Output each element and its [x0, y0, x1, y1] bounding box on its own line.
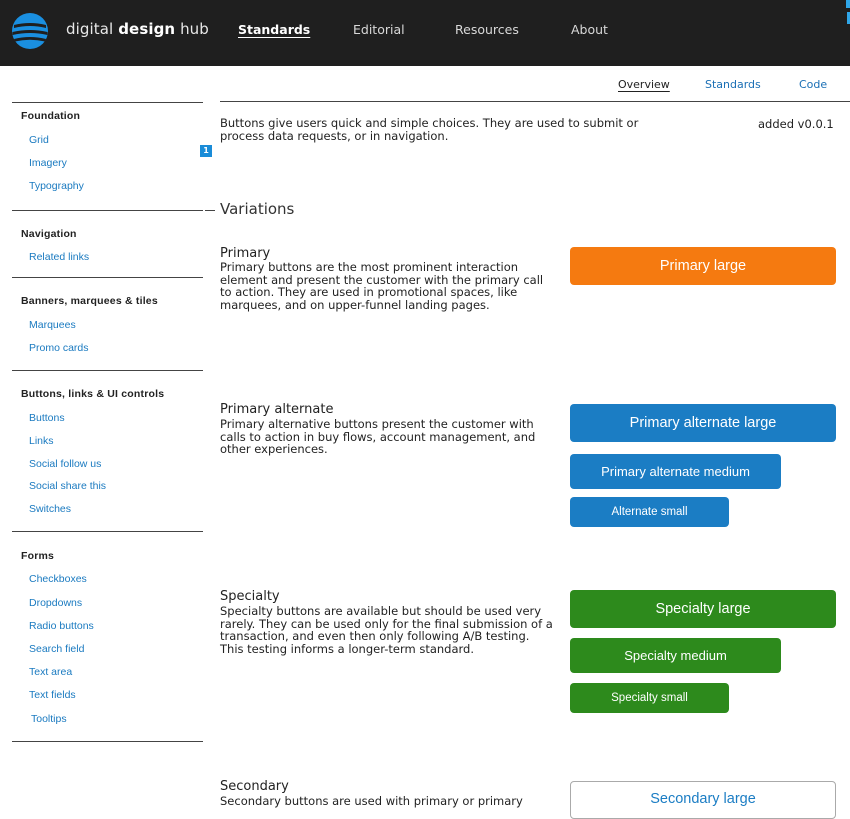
sidebar-divider — [12, 102, 203, 103]
sidebar-item-tooltips[interactable]: Tooltips — [31, 713, 67, 725]
section-desc-primary: Primary buttons are the most prominent i… — [220, 260, 544, 312]
section-desc-primary-alternate: Primary alternative buttons present the … — [220, 417, 536, 456]
sidebar-item-social-follow-us[interactable]: Social follow us — [29, 458, 101, 470]
version-label: added v0.0.1 — [758, 117, 834, 131]
nav-standards[interactable]: Standards — [238, 22, 310, 37]
alternate-small-button[interactable]: Alternate small — [570, 497, 729, 527]
secondary-large-button[interactable]: Secondary large — [570, 781, 836, 819]
sidebar-item-search-field[interactable]: Search field — [29, 643, 84, 655]
sidebar-heading-navigation: Navigation — [21, 228, 77, 240]
nav-editorial[interactable]: Editorial — [353, 22, 405, 37]
sidebar-item-dropdowns[interactable]: Dropdowns — [29, 597, 82, 609]
primary-alternate-large-button[interactable]: Primary alternate large — [570, 404, 836, 442]
subnav-divider — [220, 101, 850, 102]
sidebar-item-social-share-this[interactable]: Social share this — [29, 480, 106, 492]
specialty-large-button[interactable]: Specialty large — [570, 590, 836, 628]
primary-alternate-medium-button[interactable]: Primary alternate medium — [570, 454, 781, 489]
primary-large-button[interactable]: Primary large — [570, 247, 836, 285]
notification-badge[interactable]: 1 — [200, 145, 212, 157]
sidebar-divider — [12, 741, 203, 742]
corner-marker — [846, 0, 850, 8]
section-title-secondary: Secondary — [220, 779, 289, 794]
sidebar-item-checkboxes[interactable]: Checkboxes — [29, 573, 87, 585]
sidebar-item-promo-cards[interactable]: Promo cards — [29, 342, 89, 354]
sidebar-item-links[interactable]: Links — [29, 435, 54, 447]
sidebar-item-imagery[interactable]: Imagery — [29, 157, 67, 169]
section-title-specialty: Specialty — [220, 589, 280, 604]
section-title-primary: Primary — [220, 246, 271, 261]
sidebar-divider — [12, 531, 203, 532]
section-desc-specialty: Specialty buttons are available but shou… — [220, 604, 553, 656]
sidebar-divider — [12, 370, 203, 371]
sidebar-item-related-links[interactable]: Related links — [29, 251, 89, 263]
nav-resources[interactable]: Resources — [455, 22, 519, 37]
section-title-primary-alternate: Primary alternate — [220, 402, 334, 417]
subnav-code[interactable]: Code — [799, 78, 827, 91]
sidebar-item-switches[interactable]: Switches — [29, 503, 71, 515]
sidebar-item-text-fields[interactable]: Text fields — [29, 689, 76, 701]
sidebar-item-radio-buttons[interactable]: Radio buttons — [29, 620, 94, 632]
sidebar-heading-foundation: Foundation — [21, 110, 81, 122]
sidebar-divider — [12, 210, 203, 211]
sidebar-heading-buttons-links: Buttons, links & UI controls — [21, 388, 165, 400]
subnav-standards[interactable]: Standards — [705, 78, 761, 91]
sidebar-heading-banners: Banners, marquees & tiles — [21, 295, 158, 307]
sidebar-item-grid[interactable]: Grid — [29, 134, 49, 146]
specialty-medium-button[interactable]: Specialty medium — [570, 638, 781, 673]
variations-heading: Variations — [220, 200, 295, 218]
section-desc-secondary: Secondary buttons are used with primary … — [220, 794, 523, 808]
sidebar-divider — [12, 277, 203, 278]
sidebar-item-typography[interactable]: Typography — [29, 180, 84, 192]
sidebar-item-marquees[interactable]: Marquees — [29, 319, 76, 331]
sidebar-item-text-area[interactable]: Text area — [29, 666, 72, 678]
sidebar-item-buttons[interactable]: Buttons — [29, 412, 65, 424]
sidebar: Foundation Grid Imagery Typography Navig… — [0, 0, 205, 803]
intro-text: Buttons give users quick and simple choi… — [220, 116, 639, 143]
nav-about[interactable]: About — [571, 22, 608, 37]
specialty-small-button[interactable]: Specialty small — [570, 683, 729, 713]
subnav-overview[interactable]: Overview — [618, 78, 670, 91]
sidebar-heading-forms: Forms — [21, 550, 55, 562]
variations-divider — [205, 210, 215, 211]
